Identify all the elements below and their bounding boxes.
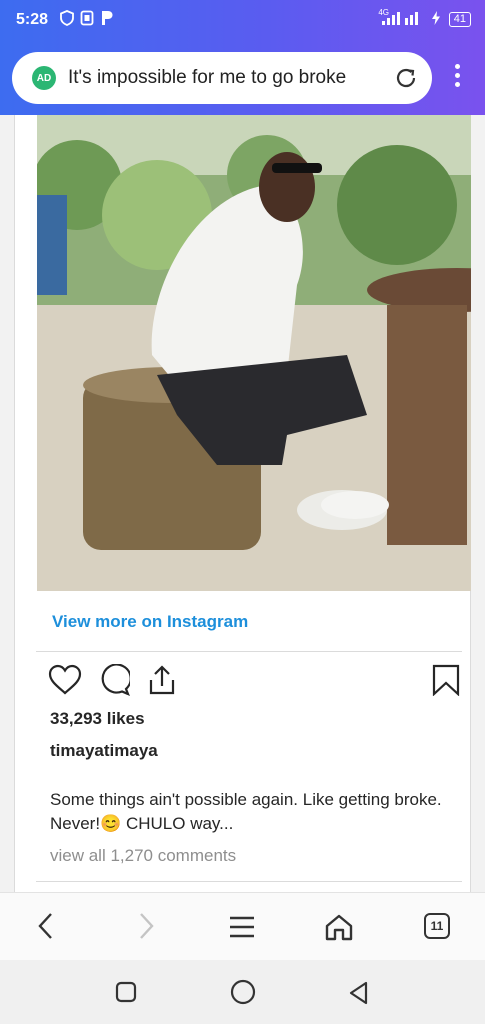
view-comments-link[interactable]: view all 1,270 comments [50, 846, 236, 866]
tabs-icon[interactable]: 11 [424, 913, 450, 939]
post-actions [48, 663, 462, 701]
system-nav-bar [0, 960, 485, 1024]
more-vert-icon[interactable] [451, 64, 463, 92]
likes-count: 33,293 likes [50, 709, 145, 728]
post-caption: Some things ain't possible again. Like g… [50, 790, 442, 833]
instagram-embed [14, 115, 471, 892]
forward-icon[interactable] [136, 911, 156, 946]
view-more-link[interactable]: View more on Instagram [52, 612, 248, 632]
battery-level: 41 [448, 12, 471, 27]
bookmark-icon[interactable] [432, 664, 460, 701]
post-username[interactable]: timayatimaya [50, 741, 158, 761]
divider [36, 651, 462, 652]
shield-icon [60, 10, 74, 31]
status-icons-right: 4G 41 [378, 8, 471, 29]
heart-icon[interactable] [48, 664, 82, 701]
sim-icon [80, 10, 94, 31]
share-icon[interactable] [146, 664, 178, 701]
divider [36, 881, 462, 882]
back-triangle-icon[interactable] [346, 980, 372, 1011]
browser-bottom-nav: 11 [0, 892, 485, 960]
home-icon[interactable] [324, 913, 354, 946]
p-icon [100, 10, 114, 31]
home-circle-icon[interactable] [229, 978, 257, 1011]
browser-header: 5:28 4G 41 AD It's impossible for me to … [0, 0, 485, 115]
status-icons-left [60, 10, 114, 31]
post-photo[interactable] [37, 115, 471, 591]
ad-badge: AD [32, 66, 56, 90]
status-bar: 5:28 4G 41 [0, 0, 485, 44]
charging-icon [431, 11, 441, 28]
page-content[interactable]: View more on Instagram 33,293 likes tima… [0, 115, 485, 892]
status-time: 5:28 [16, 11, 49, 28]
reload-icon[interactable] [394, 66, 418, 95]
menu-icon[interactable] [228, 915, 256, 944]
url-text[interactable]: It's impossible for me to go broke [68, 67, 393, 89]
address-bar[interactable]: AD It's impossible for me to go broke [12, 52, 432, 104]
network-label: 4G [378, 8, 389, 17]
comment-icon[interactable] [98, 663, 132, 701]
back-icon[interactable] [36, 911, 56, 946]
recents-icon[interactable] [114, 980, 138, 1009]
